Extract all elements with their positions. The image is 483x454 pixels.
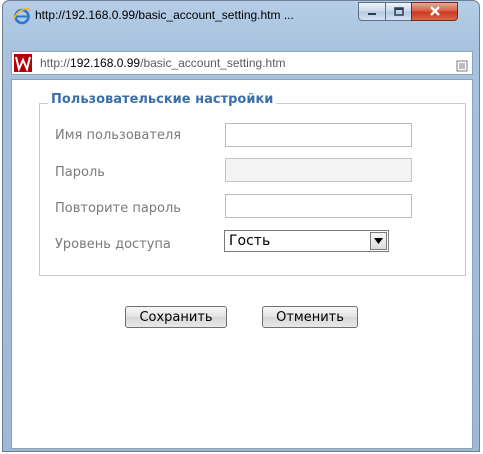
user-settings-legend: Пользовательские настройки (48, 92, 277, 107)
minimize-icon (367, 2, 377, 21)
confirm-password-input[interactable] (225, 194, 412, 218)
url-prefix: http:// (40, 56, 71, 70)
site-logo-icon (14, 54, 32, 73)
cancel-button[interactable]: Отменить (262, 306, 358, 328)
url-host: 192.168.0.99 (70, 56, 141, 70)
maximize-button[interactable] (385, 2, 412, 21)
username-input[interactable] (225, 123, 412, 147)
close-button[interactable] (411, 2, 458, 21)
compatibility-view-icon[interactable] (456, 57, 468, 72)
save-button[interactable]: Сохранить (125, 306, 227, 328)
page-content: Пользовательские настройки Имя пользоват… (11, 79, 473, 449)
title-bar[interactable]: http://192.168.0.99/basic_account_settin… (3, 1, 479, 41)
access-level-label: Уровень доступа (55, 237, 171, 252)
confirm-password-label: Повторите пароль (55, 201, 181, 216)
password-input[interactable] (225, 158, 412, 182)
close-icon (429, 2, 441, 21)
url-path: /basic_account_setting.htm (140, 56, 286, 70)
internet-explorer-icon (13, 7, 31, 25)
password-label: Пароль (55, 165, 105, 180)
minimize-button[interactable] (358, 2, 386, 21)
dropdown-arrow-icon[interactable] (370, 232, 387, 250)
browser-popup-window: http://192.168.0.99/basic_account_settin… (2, 0, 480, 452)
window-title: http://192.168.0.99/basic_account_settin… (35, 8, 294, 22)
maximize-icon (393, 2, 404, 21)
address-url: http://192.168.0.99/basic_account_settin… (40, 56, 286, 70)
access-level-select[interactable]: Гость (224, 230, 389, 252)
username-label: Имя пользователя (55, 128, 182, 143)
access-level-value: Гость (229, 233, 271, 249)
address-bar[interactable]: http://192.168.0.99/basic_account_settin… (11, 51, 473, 75)
